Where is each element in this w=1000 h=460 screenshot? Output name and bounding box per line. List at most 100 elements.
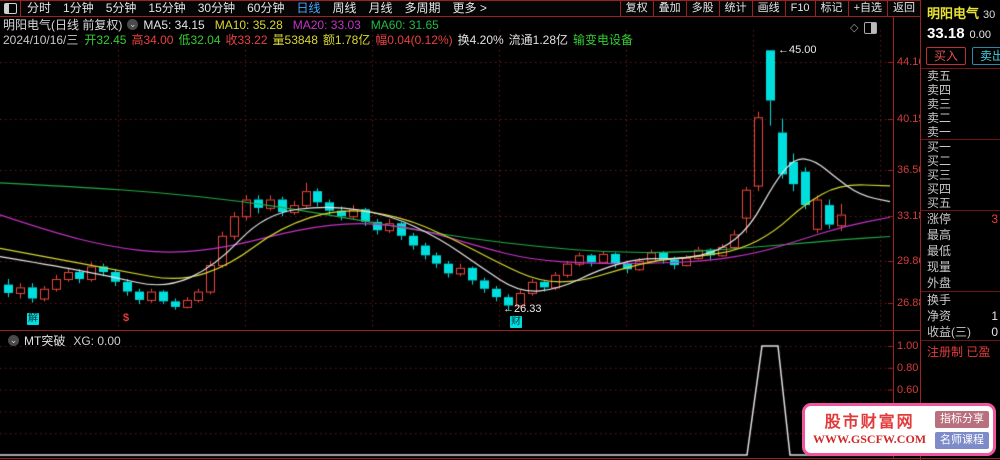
ma-label: MA10: 35.28 (214, 17, 283, 32)
indicator-value: XG: 0.00 (73, 333, 121, 348)
stat-row: 净资 1 (921, 308, 1000, 324)
indicator-axis-label: 1.00 (897, 340, 919, 352)
panel-footer: 注册制 已盈 (927, 345, 991, 359)
window-bottom-border (0, 458, 1000, 459)
stat-label: 最低 (927, 244, 952, 258)
pane-divider[interactable] (0, 330, 921, 331)
diamond-icon[interactable]: ◇ (850, 21, 858, 34)
info-field: 幅0.04(0.12%) (375, 33, 453, 47)
action-+自选[interactable]: +自选 (847, 1, 887, 16)
buy-level-row[interactable]: 买四 (921, 182, 1000, 196)
badge-marker: 财 (510, 316, 522, 328)
quote-panel: 明阳电气30 33.180.00 买入 卖出 卖五卖四卖三卖二卖一 买一买二买三… (920, 0, 1000, 460)
watermark-buttons: 指标分享 名师课程 (935, 409, 989, 451)
action-复权[interactable]: 复权 (619, 1, 653, 16)
period-menu: 分时 1分钟 5分钟 15分钟 30分钟 60分钟 日线 周线 月线 多周期 更多 > (21, 1, 493, 16)
dollar-marker: $ (123, 312, 130, 324)
info-field: 输变电设备 (573, 33, 634, 47)
stock-trading-app: 分时 1分钟 5分钟 15分钟 30分钟 60分钟 日线 周线 月线 多周期 更多 > 复权 叠加 多股… (0, 0, 1000, 460)
info-field: 开32.45 (84, 33, 127, 47)
sell-level-row[interactable]: 卖四 (921, 83, 1000, 97)
buy-level-row[interactable]: 买二 (921, 154, 1000, 168)
indicator-name[interactable]: MT突破 (24, 332, 65, 349)
buy-level-row[interactable]: 买五 (921, 196, 1000, 210)
panel-stock-code: 30 (983, 9, 996, 21)
stat-label: 收益(三) (927, 325, 971, 339)
period-60分钟[interactable]: 60分钟 (241, 1, 290, 16)
stat-row: 换手 (921, 292, 1000, 308)
action-标记[interactable]: 标记 (814, 1, 848, 16)
watermark-url: WWW.GSCFW.COM (813, 431, 927, 446)
watermark-button-指标分享[interactable]: 指标分享 (935, 410, 989, 428)
label-marker: ←26.33 (503, 303, 542, 315)
sell-level-row[interactable]: 卖五 (921, 69, 1000, 83)
stat-value: 0 (991, 325, 998, 339)
info-field: 额1.78亿 (322, 33, 371, 47)
price-change: 0.00 (969, 29, 991, 41)
ma-label: MA5: 34.15 (143, 17, 205, 32)
chevron-down-icon[interactable]: ⌄ (127, 19, 139, 30)
stat-row: 现量 (921, 259, 1000, 275)
period-30分钟[interactable]: 30分钟 (192, 1, 241, 16)
buy-level-row[interactable]: 买三 (921, 168, 1000, 182)
watermark-box: 股市财富网 WWW.GSCFW.COM 指标分享名师课程 (802, 403, 996, 456)
action-返回[interactable]: 返回 (887, 1, 920, 16)
period-月线[interactable]: 月线 (363, 1, 399, 16)
stat-label: 最高 (927, 228, 952, 242)
period-分时[interactable]: 分时 (21, 1, 57, 16)
action-多股[interactable]: 多股 (685, 1, 719, 16)
period-更多 >[interactable]: 更多 > (447, 1, 493, 16)
indicator-header: ⌄ MT突破 XG: 0.00 (3, 332, 121, 349)
trade-date: 2024/10/16/三 (3, 33, 79, 47)
ohlc-info-row: 2024/10/16/三 开32.45 高34.00 低32.04 收33.22 量538… (3, 31, 638, 47)
period-15分钟[interactable]: 15分钟 (142, 1, 191, 16)
trade-buttons: 买入 卖出 (921, 45, 1000, 68)
sell-button[interactable]: 卖出 (972, 47, 1000, 65)
quote-price-row: 33.18 0.00 (921, 23, 1000, 45)
chart-corner-icons: ◇ (850, 21, 878, 34)
stat-label: 现量 (927, 260, 952, 274)
info-field: 高34.00 (131, 33, 174, 47)
stat-value: 1 (991, 309, 998, 323)
split-view-icon[interactable] (864, 21, 878, 34)
buy-button[interactable]: 买入 (926, 47, 967, 65)
stat-row: 最低 (921, 243, 1000, 259)
stat-row: 外盘 (921, 275, 1000, 291)
panel-stock-name: 明阳电气 (927, 6, 980, 21)
action-统计[interactable]: 统计 (718, 1, 752, 16)
indicator-axis-label: 0.60 (897, 383, 919, 396)
price-axis-line (893, 17, 894, 458)
info-field: 量53848 (272, 33, 318, 47)
ma-label: MA20: 33.03 (292, 17, 361, 32)
indicator-collapse-icon[interactable]: ⌄ (8, 335, 19, 346)
period-日线[interactable]: 日线 (290, 1, 326, 16)
sell-level-row[interactable]: 卖一 (921, 125, 1000, 139)
action-画线[interactable]: 画线 (751, 1, 785, 16)
action-F10[interactable]: F10 (784, 1, 815, 16)
watermark-title: 股市财富网 (824, 413, 915, 431)
label-marker: ←45.00 (778, 44, 817, 56)
info-field: 收33.22 (225, 33, 268, 47)
period-周线[interactable]: 周线 (326, 1, 362, 16)
stat-value: 3 (991, 212, 998, 226)
buy-level-row[interactable]: 买一 (921, 140, 1000, 154)
watermark-button-名师课程[interactable]: 名师课程 (935, 431, 989, 449)
period-1分钟[interactable]: 1分钟 (57, 1, 100, 16)
period-5分钟[interactable]: 5分钟 (100, 1, 143, 16)
sell-level-row[interactable]: 卖二 (921, 111, 1000, 125)
chart-title-row: 明阳电气(日线 前复权) ⌄ MA5: 34.15 MA10: 35.28 MA20… (3, 18, 449, 33)
period-多周期[interactable]: 多周期 (399, 1, 447, 16)
candlestick-chart-canvas[interactable] (0, 0, 893, 459)
badge-marker: 解 (27, 313, 39, 325)
window-icon-glyph (3, 3, 17, 14)
watermark-text: 股市财富网 WWW.GSCFW.COM (813, 414, 926, 446)
ma-legend: MA5: 34.15 MA10: 35.28 MA20: 33.03 MA60: 31… (143, 18, 449, 32)
stat-row: 收益(三) 0 (921, 324, 1000, 340)
last-price: 33.18 (927, 25, 965, 42)
sell-level-row[interactable]: 卖三 (921, 97, 1000, 111)
quote-stats-1: 涨停 3 最高 最低 现量 外盘 (921, 211, 1000, 291)
action-叠加[interactable]: 叠加 (652, 1, 686, 16)
window-icon[interactable] (0, 1, 21, 16)
top-toolbar: 分时 1分钟 5分钟 15分钟 30分钟 60分钟 日线 周线 月线 多周期 更多 > 复权 叠加 多股… (0, 0, 920, 17)
quote-panel-header: 明阳电气 30 (921, 0, 1000, 23)
